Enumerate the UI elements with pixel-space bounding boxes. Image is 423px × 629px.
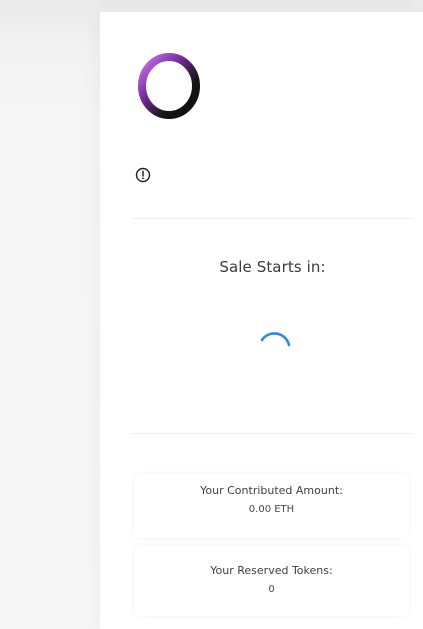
exclamation-circle-icon[interactable] — [135, 167, 151, 183]
reserved-tokens-box: Your Reserved Tokens: 0 — [134, 546, 409, 616]
contributed-amount-label: Your Contributed Amount: — [200, 484, 343, 497]
sale-status-title: Sale Starts in: — [219, 258, 326, 276]
loading-spinner-icon — [260, 332, 291, 347]
presale-card: Sale Starts in: Your Contributed Amount:… — [100, 12, 423, 629]
contributed-amount-box: Your Contributed Amount: 0.00 ETH — [134, 474, 409, 538]
section-divider-top — [132, 218, 413, 219]
contributed-amount-value: 0.00 ETH — [248, 504, 295, 515]
section-divider-bottom — [132, 433, 413, 434]
reserved-tokens-value: 0 — [268, 584, 275, 595]
reserved-tokens-label: Your Reserved Tokens: — [210, 564, 333, 577]
ring-logo-icon — [138, 53, 200, 119]
